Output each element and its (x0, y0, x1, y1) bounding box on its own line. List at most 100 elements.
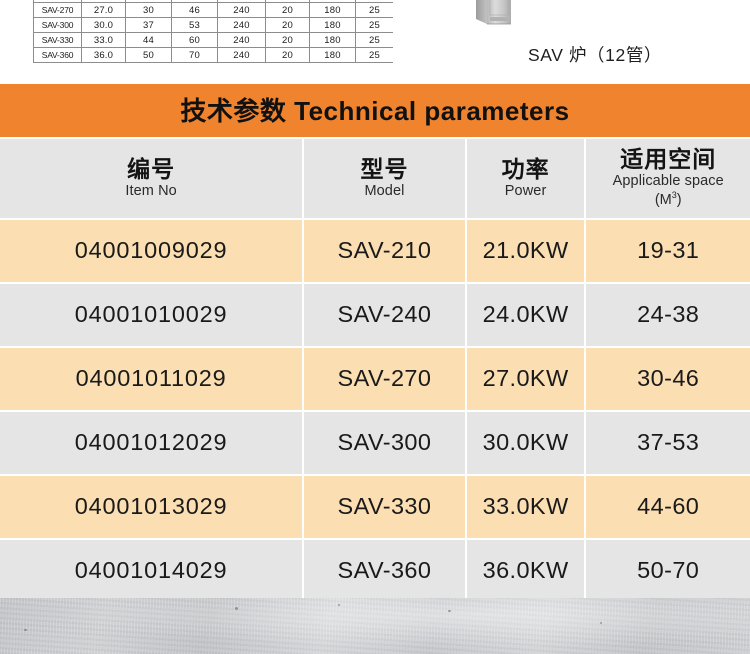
table-row: 04001013029 SAV-330 33.0KW 44-60 (0, 476, 750, 538)
table-row: SAV-360 36.0 50 70 240 20 180 25 (33, 47, 393, 63)
column-header-space-cn: 适用空间 (620, 146, 717, 173)
column-header-item-no: 编号 Item No (0, 139, 303, 218)
cell-item-no-value: 04001014029 (74, 557, 228, 584)
column-header-power: 功率 Power (466, 139, 585, 218)
column-header-power-en: Power (504, 182, 547, 199)
spec-cell-f: 25 (355, 32, 393, 48)
spec-cell-e: 180 (309, 32, 356, 48)
cell-power-value: 21.0KW (482, 237, 569, 264)
spec-cell-model: SAV-360 (33, 47, 82, 63)
cell-item-no: 04001010029 (0, 284, 303, 346)
banner-title: 技术参数 Technical parameters (180, 95, 570, 126)
spec-cell-c: 240 (217, 2, 266, 18)
cell-item-no: 04001014029 (0, 540, 303, 602)
spec-cell-e: 180 (309, 2, 356, 18)
cell-space: 44-60 (586, 476, 750, 538)
column-header-model: 型号 Model (304, 139, 465, 218)
spec-cell-power: 33.0 (81, 32, 126, 48)
spec-cell-model: SAV-300 (33, 17, 82, 33)
cell-power: 33.0KW (466, 476, 585, 538)
top-section: SAV-240 24.0 24 38 240 20 170 25 SAV-270… (0, 0, 750, 84)
spec-cell-a: 44 (125, 32, 172, 48)
spec-cell-b: 70 (171, 47, 218, 63)
cell-space: 37-53 (586, 412, 750, 474)
technical-parameters-banner: 技术参数 Technical parameters (0, 84, 750, 137)
spec-cell-b: 46 (171, 2, 218, 18)
spec-cell-c: 240 (217, 47, 266, 63)
cell-model-value: SAV-210 (337, 237, 432, 264)
cell-item-no: 04001009029 (0, 220, 303, 282)
cell-model-value: SAV-300 (337, 429, 432, 456)
cell-model: SAV-330 (304, 476, 465, 538)
detail-spec-body: SAV-240 24.0 24 38 240 20 170 25 SAV-270… (33, 0, 393, 63)
cell-space: 30-46 (586, 348, 750, 410)
cell-item-no: 04001013029 (0, 476, 303, 538)
spec-cell-a: 37 (125, 17, 172, 33)
cell-item-no-value: 04001012029 (74, 429, 228, 456)
strip-speck (235, 607, 238, 610)
cell-model-value: SAV-360 (337, 557, 432, 584)
cell-space-value: 24-38 (637, 301, 700, 328)
spec-cell-model: SAV-270 (33, 2, 82, 18)
cell-model: SAV-300 (304, 412, 465, 474)
column-header-power-cn: 功率 (501, 155, 550, 182)
strip-speck (338, 604, 340, 606)
spec-cell-d: 20 (265, 47, 310, 63)
spec-cell-e: 180 (309, 17, 356, 33)
spec-cell-d: 20 (265, 32, 310, 48)
parameters-table-header-row: 编号 Item No 型号 Model 功率 Power 适用空间 Applic… (0, 139, 750, 218)
cell-model-value: SAV-330 (337, 493, 432, 520)
cell-space-value: 19-31 (637, 237, 700, 264)
table-row: 04001010029 SAV-240 24.0KW 24-38 (0, 284, 750, 346)
cell-power: 24.0KW (466, 284, 585, 346)
cell-space: 50-70 (586, 540, 750, 602)
cell-space-value: 50-70 (637, 557, 700, 584)
cell-space-value: 44-60 (637, 493, 700, 520)
column-header-model-en: Model (364, 182, 405, 199)
spec-cell-f: 25 (355, 2, 393, 18)
cell-item-no-value: 04001010029 (74, 301, 228, 328)
table-row: SAV-270 27.0 30 46 240 20 180 25 (33, 2, 393, 18)
cell-item-no-value: 04001011029 (75, 365, 227, 392)
column-header-model-cn: 型号 (360, 155, 409, 182)
table-row: 04001011029 SAV-270 27.0KW 30-46 (0, 348, 750, 410)
cell-model: SAV-270 (304, 348, 465, 410)
cell-space: 19-31 (586, 220, 750, 282)
strip-sheen-overlay (0, 598, 750, 654)
spec-cell-d: 20 (265, 17, 310, 33)
spec-cell-b: 60 (171, 32, 218, 48)
column-header-applicable-space: 适用空间 Applicable space (M3) (586, 139, 750, 218)
cell-item-no-value: 04001009029 (74, 237, 228, 264)
cell-model-value: SAV-240 (337, 301, 432, 328)
sav-oven-photo (470, 0, 514, 28)
spec-cell-f: 25 (355, 17, 393, 33)
table-row: 04001014029 SAV-360 36.0KW 50-70 (0, 540, 750, 602)
table-row: SAV-300 30.0 37 53 240 20 180 25 (33, 17, 393, 33)
column-header-space-unit: (M3) (654, 190, 682, 209)
cell-model-value: SAV-270 (337, 365, 432, 392)
gray-metal-photo-strip (0, 598, 750, 654)
cell-model: SAV-210 (304, 220, 465, 282)
product-spec-page: SAV-240 24.0 24 38 240 20 170 25 SAV-270… (0, 0, 750, 654)
spec-cell-f: 25 (355, 47, 393, 63)
spec-cell-c: 240 (217, 17, 266, 33)
cell-power-value: 30.0KW (482, 429, 569, 456)
cell-item-no: 04001012029 (0, 412, 303, 474)
spec-cell-a: 50 (125, 47, 172, 63)
table-row: 04001009029 SAV-210 21.0KW 19-31 (0, 220, 750, 282)
column-header-space-en: Applicable space (612, 173, 724, 190)
spec-cell-d: 20 (265, 2, 310, 18)
cell-power: 21.0KW (466, 220, 585, 282)
cell-power: 27.0KW (466, 348, 585, 410)
table-row: 04001012029 SAV-300 30.0KW 37-53 (0, 412, 750, 474)
spec-cell-model: SAV-330 (33, 32, 82, 48)
spec-cell-power: 30.0 (81, 17, 126, 33)
cell-power: 30.0KW (466, 412, 585, 474)
cell-power: 36.0KW (466, 540, 585, 602)
parameters-table: 编号 Item No 型号 Model 功率 Power 适用空间 Applic… (0, 139, 750, 604)
spec-cell-a: 30 (125, 2, 172, 18)
strip-speck (600, 622, 602, 624)
cell-item-no-value: 04001013029 (74, 493, 228, 520)
sav-oven-image (476, 0, 511, 25)
cell-space: 24-38 (586, 284, 750, 346)
